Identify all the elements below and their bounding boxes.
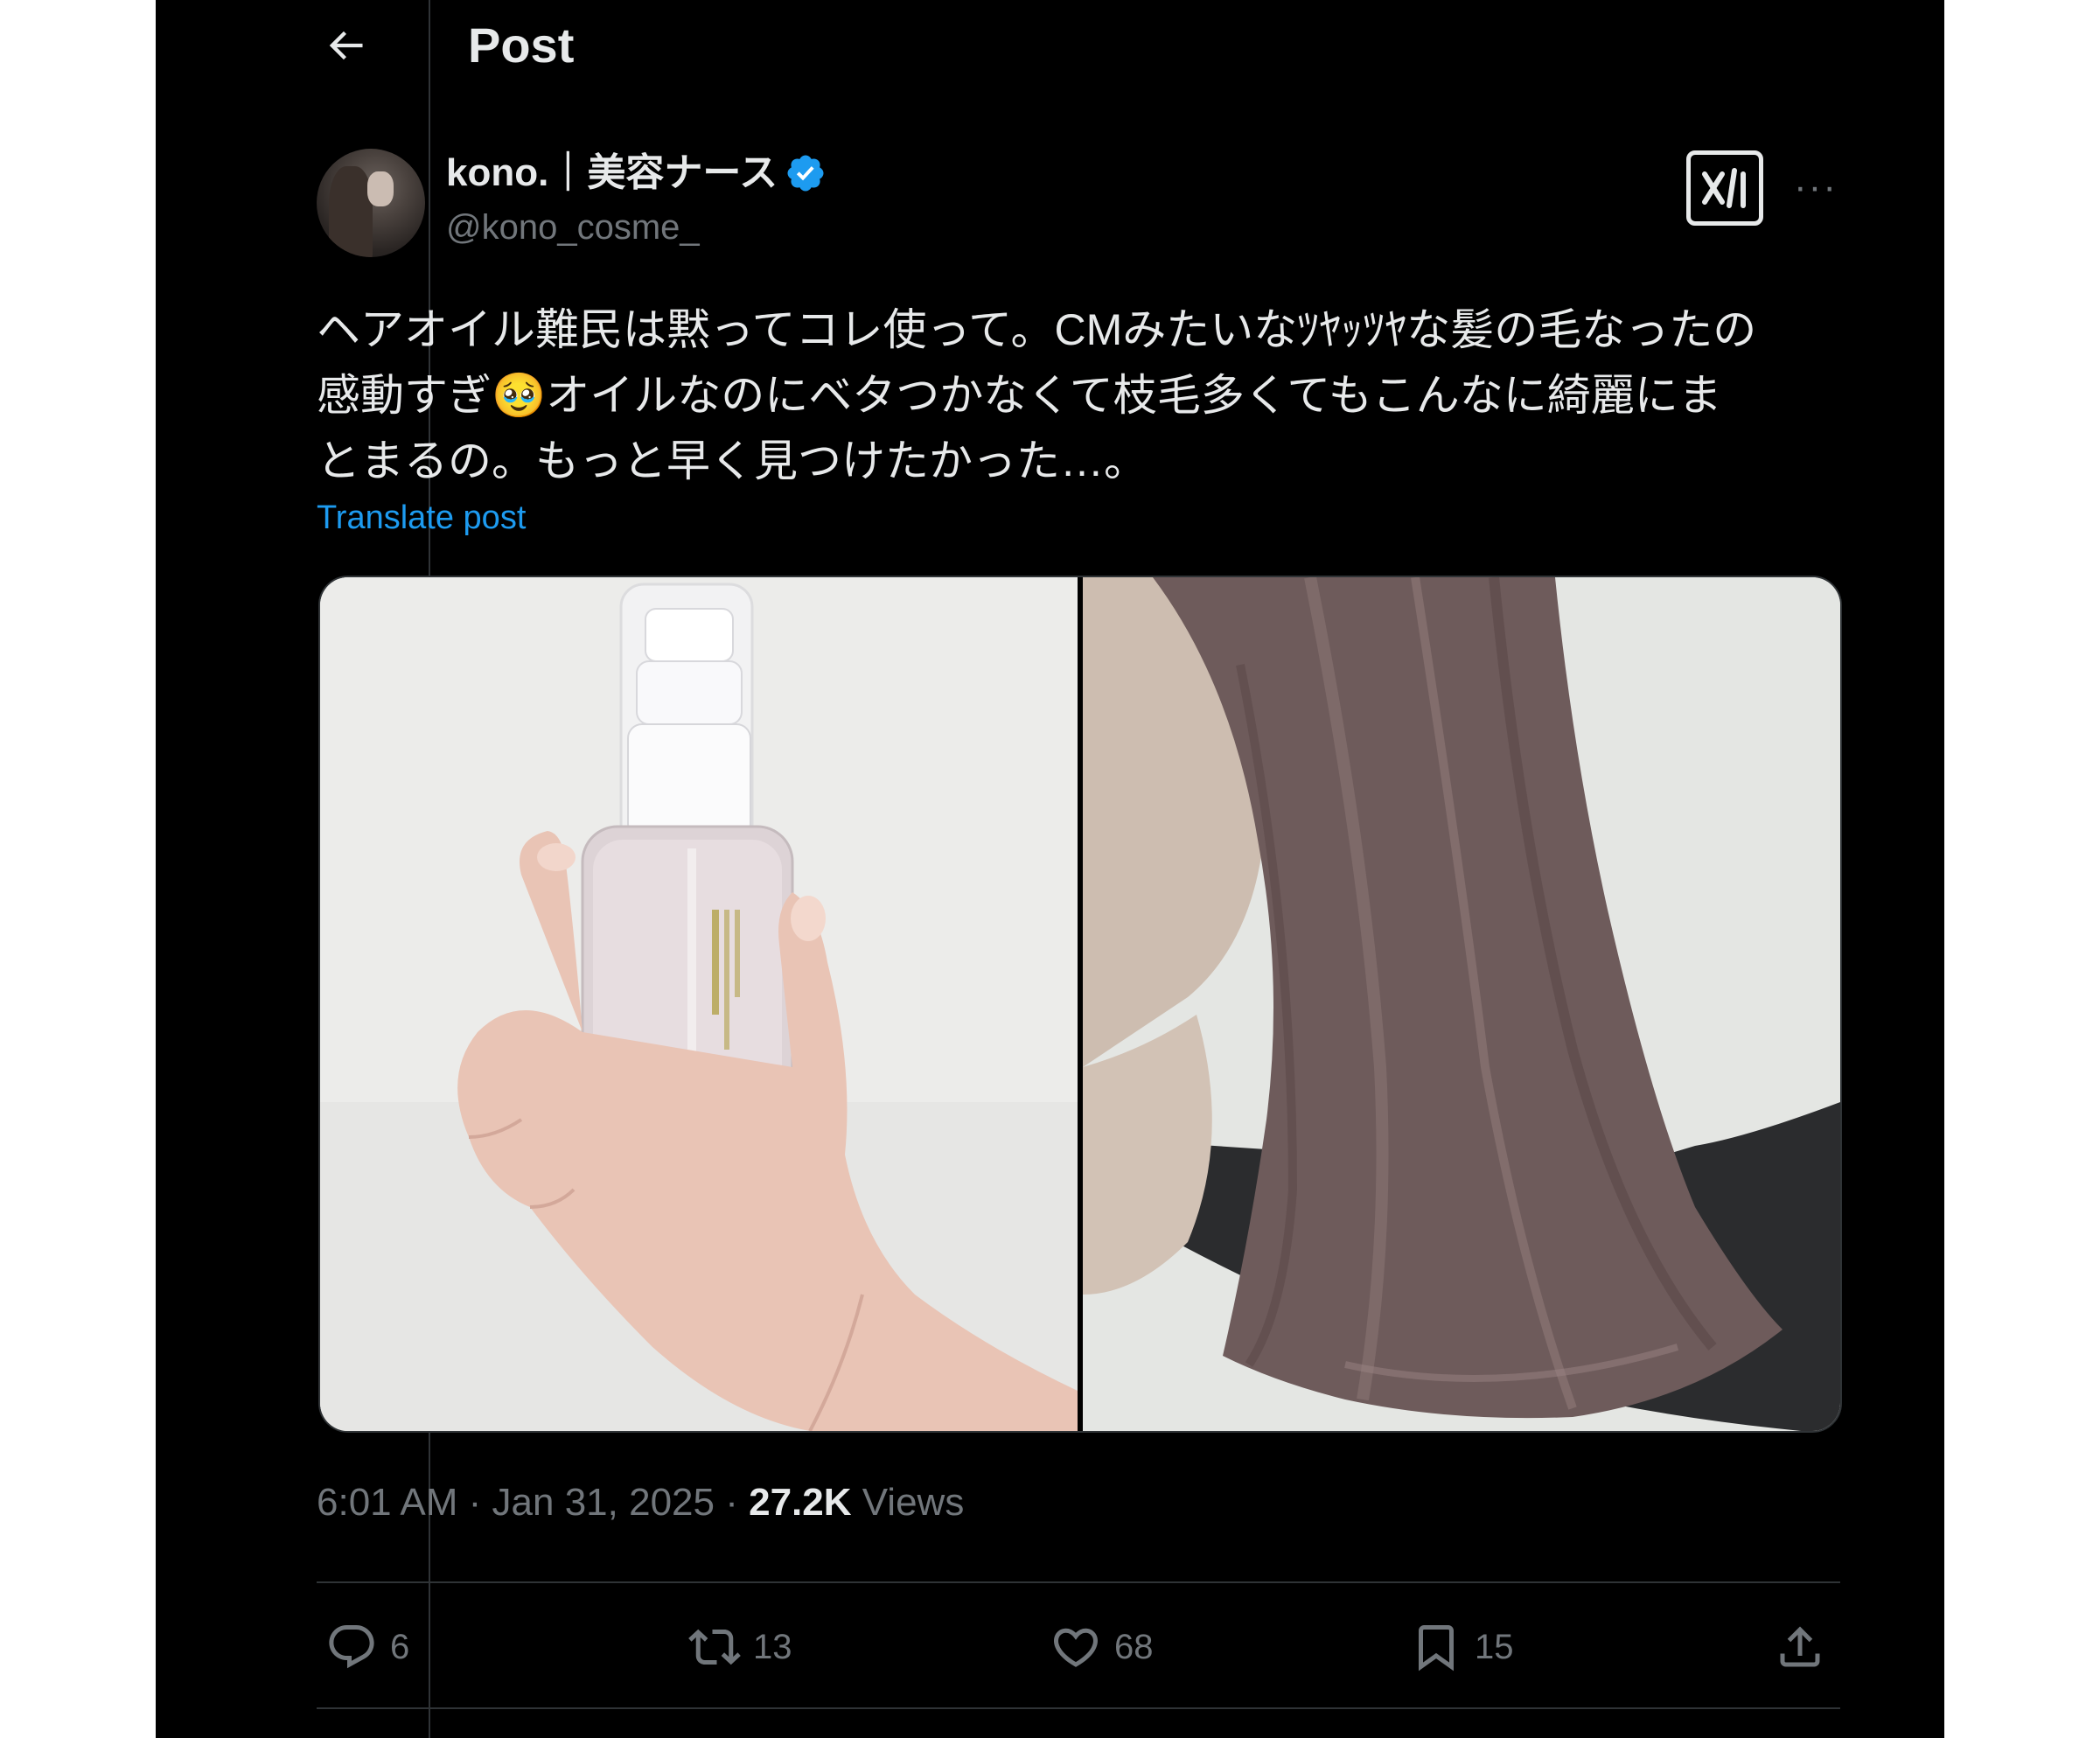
arrow-left-icon <box>329 31 363 60</box>
reply-count: 6 <box>390 1627 410 1666</box>
bookmark-count: 15 <box>1475 1627 1514 1666</box>
avatar[interactable] <box>317 149 425 257</box>
heart-icon <box>1053 1628 1099 1667</box>
post-meta: 6:01 AM · Jan 31, 2025 · 27.2K Views <box>317 1478 964 1527</box>
reply-button[interactable]: 6 <box>325 1609 409 1685</box>
post-text: ヘアオイル難民は黙ってコレ使って。CMみたいなﾂﾔｯﾂﾔな髪の毛なったの 感動す… <box>317 305 1757 485</box>
post-time[interactable]: 6:01 AM <box>317 1478 457 1527</box>
product-photo-oil-bottle <box>320 577 1078 1431</box>
grok-button[interactable] <box>1686 150 1763 226</box>
share-button[interactable] <box>1774 1609 1826 1685</box>
author-handle[interactable]: @kono_cosme_ <box>446 206 700 248</box>
more-options-button[interactable]: ··· <box>1790 163 1842 212</box>
divider <box>317 1581 1840 1583</box>
repost-count: 13 <box>753 1627 792 1666</box>
media-image-2[interactable] <box>1083 577 1840 1431</box>
media-image-1[interactable] <box>320 577 1078 1431</box>
like-button[interactable]: 68 <box>1050 1609 1154 1685</box>
more-icon: ··· <box>1794 165 1838 208</box>
bookmark-button[interactable]: 15 <box>1410 1609 1514 1685</box>
back-button[interactable] <box>319 19 372 72</box>
author-name-text: kono.｜美容ナース <box>446 151 778 194</box>
verified-badge-icon <box>787 155 824 192</box>
share-icon <box>1780 1626 1820 1667</box>
translate-post-link[interactable]: Translate post <box>317 497 526 539</box>
action-bar: 6 13 68 15 <box>317 1609 1840 1685</box>
views-label: Views <box>851 1481 965 1524</box>
like-count: 68 <box>1114 1627 1154 1666</box>
grok-icon <box>1702 168 1746 208</box>
meta-separator: · <box>457 1481 492 1524</box>
product-photo-hair <box>1083 577 1840 1431</box>
post-media <box>318 576 1842 1433</box>
repost-button[interactable]: 13 <box>688 1609 792 1685</box>
divider <box>317 1707 1840 1709</box>
meta-separator: · <box>715 1481 750 1524</box>
page-title: Post <box>468 17 575 73</box>
reply-icon <box>329 1625 374 1669</box>
views-count: 27.2K <box>749 1481 852 1524</box>
post-date[interactable]: Jan 31, 2025 <box>492 1478 715 1527</box>
bookmark-icon <box>1419 1625 1454 1672</box>
author-display-name[interactable]: kono.｜美容ナース <box>446 150 827 196</box>
repost-icon <box>688 1629 741 1665</box>
